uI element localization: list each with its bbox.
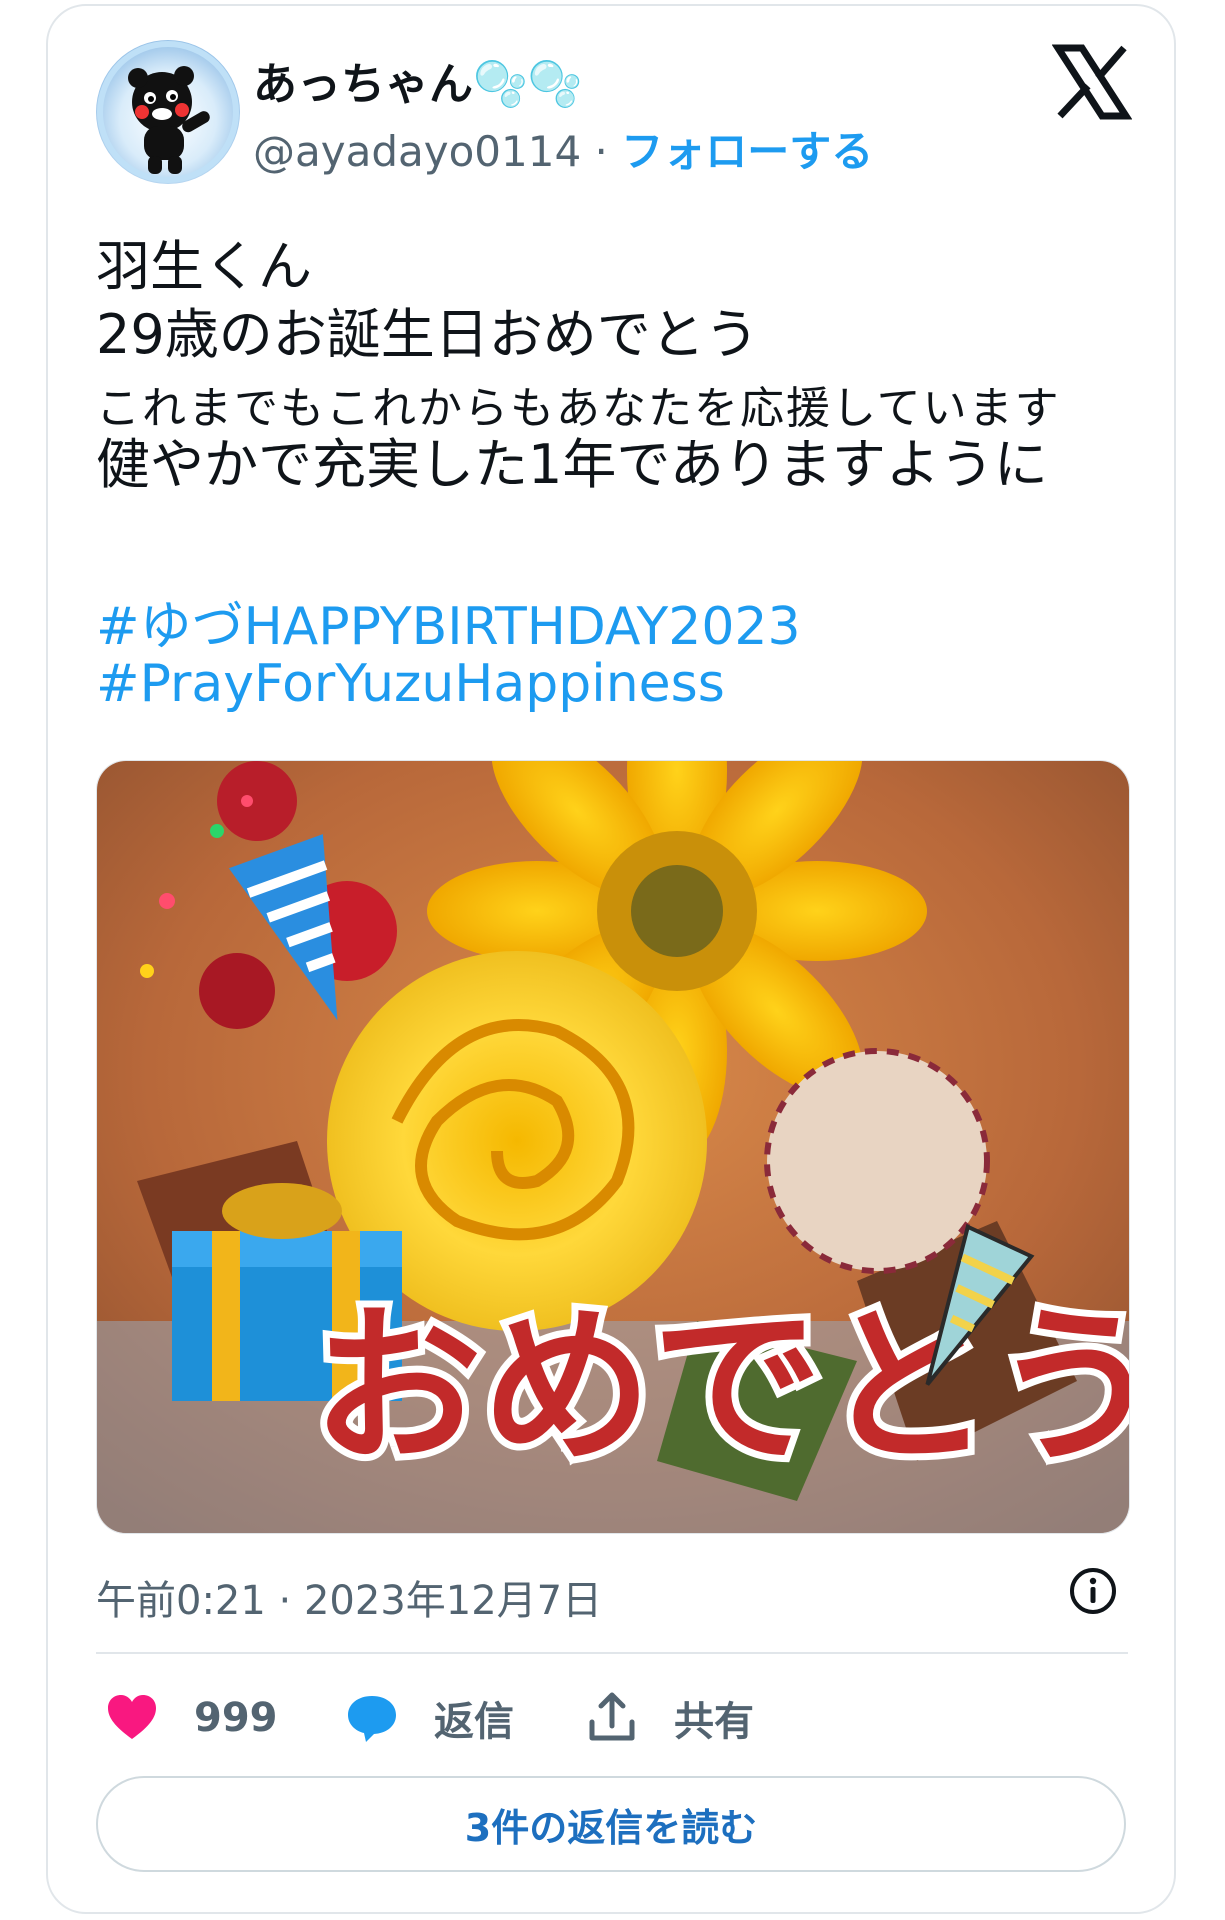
reply-bubble-icon: [348, 1696, 396, 1742]
image-caption: おめでとう: [312, 1289, 1129, 1487]
separator: ·: [594, 127, 608, 176]
heart-icon: [108, 1695, 156, 1739]
tweet-line-4: 健やかで充実した1年でありますように: [96, 433, 1048, 496]
tweet-image[interactable]: おめでとう: [96, 760, 1130, 1534]
tweet-timestamp[interactable]: 午前0:21 · 2023年12月7日: [96, 1568, 602, 1626]
like-count: 999: [194, 1695, 278, 1741]
follow-button[interactable]: フォローする: [621, 127, 873, 176]
share-button[interactable]: 共有: [584, 1686, 754, 1750]
author-name[interactable]: あっちゃん🫧🫧: [253, 48, 583, 112]
reply-label: 返信: [434, 1699, 514, 1745]
author-handle[interactable]: @ayadayo0114: [253, 127, 581, 176]
read-replies-button[interactable]: 3件の返信を読む: [96, 1776, 1126, 1872]
x-logo-icon[interactable]: [1052, 42, 1132, 122]
tweet-line-2: 29歳のお誕生日おめでとう: [96, 303, 759, 366]
like-button[interactable]: 999: [104, 1686, 278, 1750]
share-label: 共有: [674, 1699, 754, 1745]
share-icon: [589, 1692, 635, 1741]
hashtag-link[interactable]: #ゆづHAPPYBIRTHDAY2023: [96, 584, 801, 659]
hashtag-link[interactable]: #PrayForYuzuHappiness: [96, 654, 725, 714]
reply-button[interactable]: 返信: [344, 1686, 514, 1750]
tweet-line-3: これまでもこれからもあなたを応援しています: [96, 383, 1061, 434]
divider: [96, 1652, 1128, 1654]
handle-row: @ayadayo0114 · フォローする: [253, 118, 873, 179]
info-icon[interactable]: [1068, 1566, 1118, 1616]
avatar[interactable]: [96, 40, 240, 184]
